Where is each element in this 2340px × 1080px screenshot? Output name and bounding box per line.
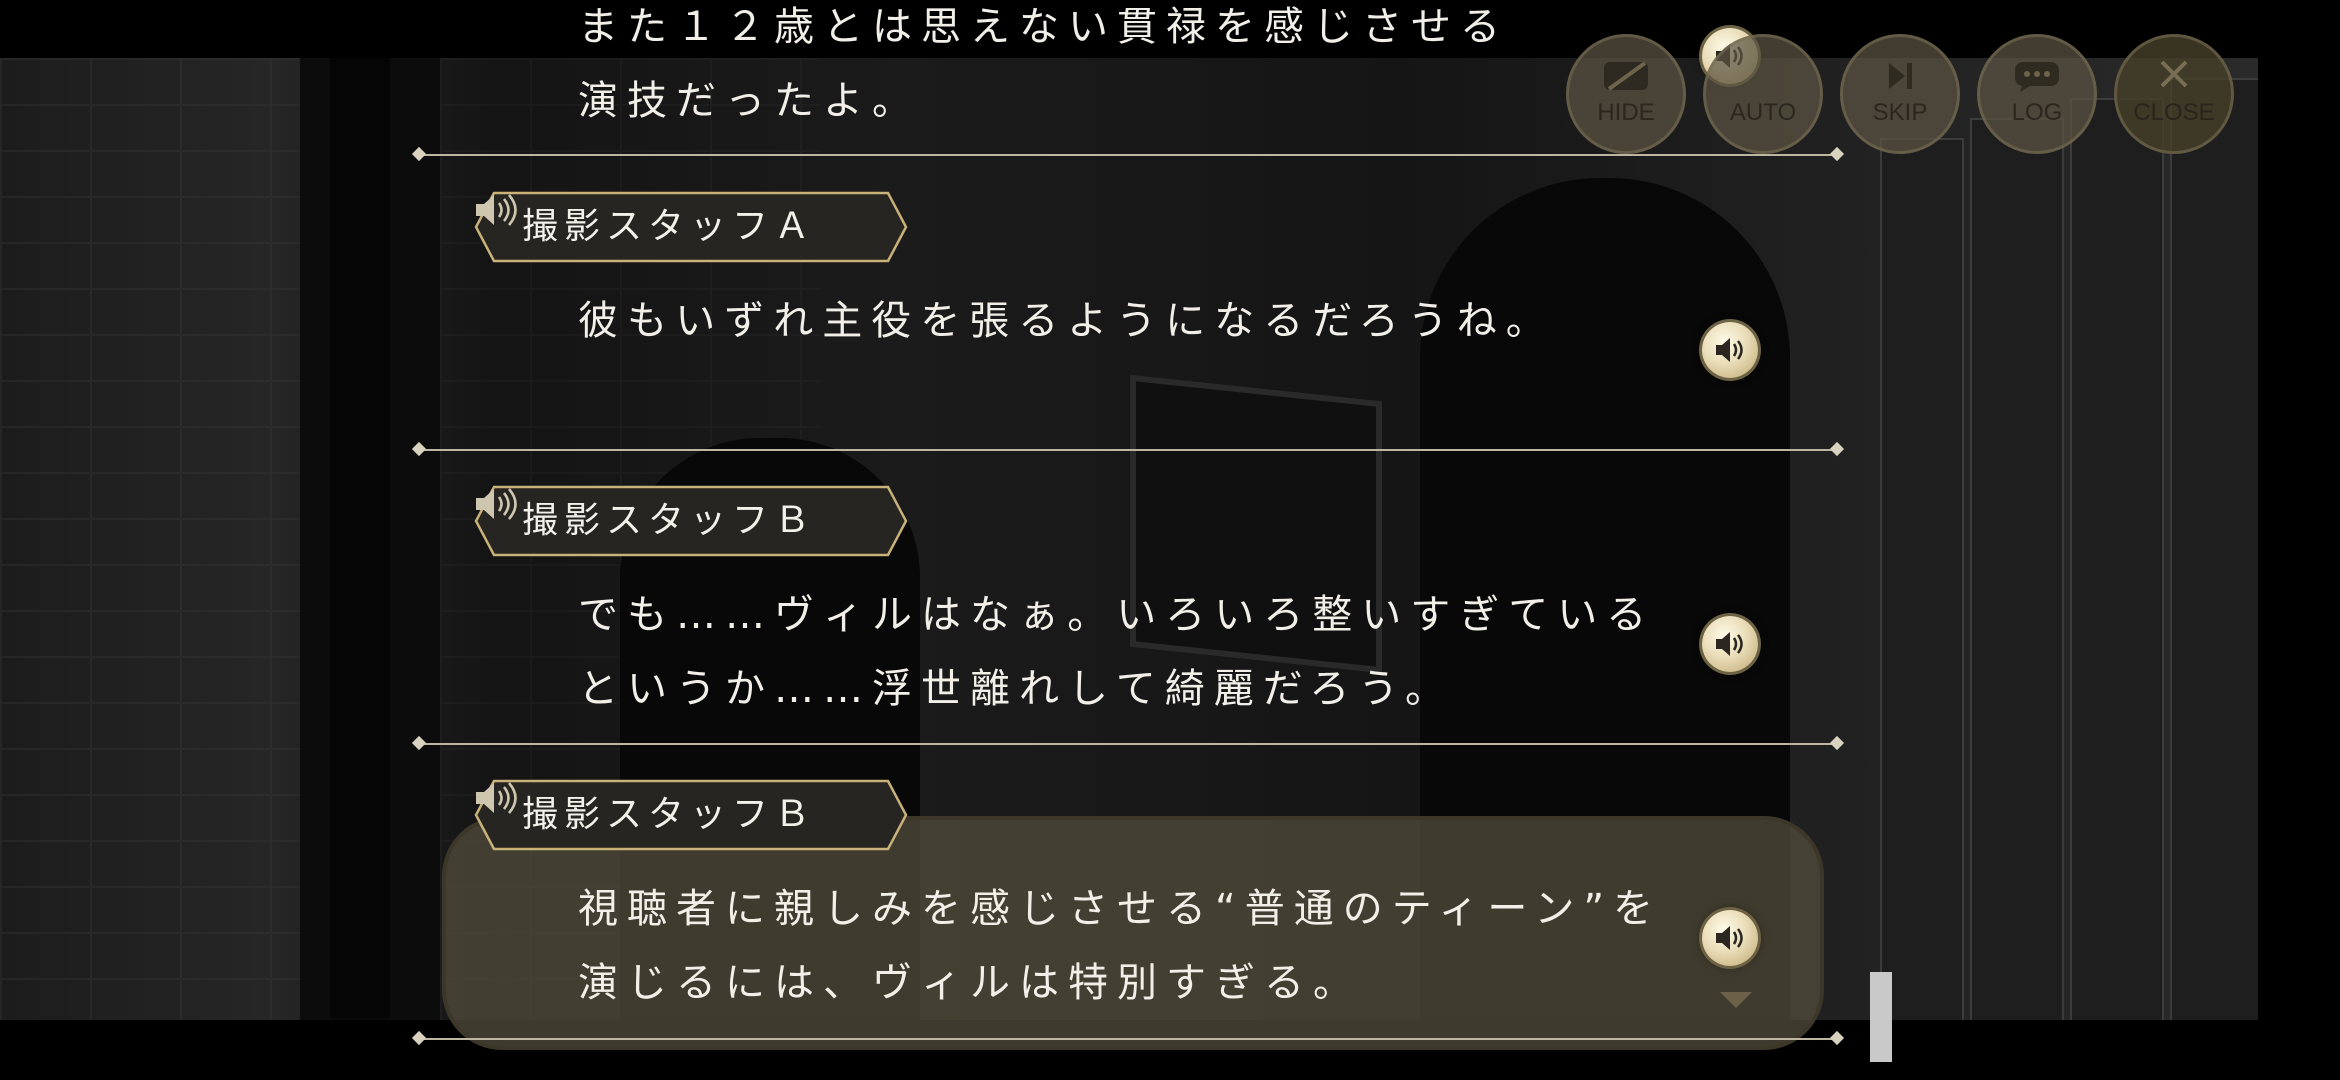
skip-icon bbox=[1889, 63, 1912, 89]
backlog: また１２歳とは思えない貫禄を感じさせる 演技だったよ。 撮影スタッフＡ 彼もいず… bbox=[0, 0, 2340, 1080]
log-line: でも……ヴィルはなぁ。いろいろ整いすぎている bbox=[578, 592, 1656, 638]
chevron-down-icon bbox=[1720, 992, 1752, 1008]
close-button[interactable]: CLOSE bbox=[2114, 34, 2234, 154]
log-label: LOG bbox=[2011, 99, 2063, 126]
speaker-name: 撮影スタッフＢ bbox=[522, 794, 817, 835]
hide-icon bbox=[1604, 61, 1648, 91]
speaker-icon bbox=[1716, 632, 1743, 656]
scrollbar-thumb[interactable] bbox=[1870, 972, 1892, 1062]
hide-button[interactable]: HIDE bbox=[1566, 34, 1686, 154]
voice-replay-button[interactable] bbox=[1702, 910, 1758, 966]
log-line: 視聴者に親しみを感じさせる“普通のティーン”を bbox=[578, 886, 1663, 932]
log-line: また１２歳とは思えない貫禄を感じさせる bbox=[578, 4, 1509, 50]
speaker-name-tag: 撮影スタッフＡ bbox=[474, 191, 908, 263]
entry-divider bbox=[418, 743, 1838, 745]
skip-label: SKIP bbox=[1872, 99, 1928, 126]
speaker-name: 撮影スタッフＢ bbox=[522, 500, 817, 541]
log-line: というか……浮世離れして綺麗だろう。 bbox=[578, 666, 1454, 712]
voice-replay-button[interactable] bbox=[1702, 322, 1758, 378]
chat-bubble-icon bbox=[2015, 62, 2059, 92]
speaker-name: 撮影スタッフＡ bbox=[522, 206, 817, 247]
log-line: 演技だったよ。 bbox=[578, 78, 921, 124]
entry-divider bbox=[418, 154, 1838, 156]
close-label: CLOSE bbox=[2133, 99, 2215, 126]
speaker-name-tag: 撮影スタッフＢ bbox=[474, 485, 908, 557]
log-line: 演じるには、ヴィルは特別すぎる。 bbox=[578, 960, 1362, 1006]
speaker-icon bbox=[1716, 926, 1743, 950]
speaker-icon bbox=[476, 194, 517, 226]
speaker-icon bbox=[476, 488, 517, 520]
speaker-icon bbox=[476, 782, 517, 814]
skip-button[interactable]: SKIP bbox=[1840, 34, 1960, 154]
log-button[interactable]: LOG bbox=[1977, 34, 2097, 154]
hide-label: HIDE bbox=[1597, 99, 1655, 126]
speaker-icon bbox=[1716, 338, 1743, 362]
auto-button[interactable]: AUTO bbox=[1703, 34, 1823, 154]
entry-divider bbox=[418, 449, 1838, 451]
log-line: 彼もいずれ主役を張るようになるだろうね。 bbox=[578, 298, 1555, 344]
entry-divider bbox=[418, 1038, 1838, 1040]
auto-label: AUTO bbox=[1729, 99, 1797, 126]
speaker-name-tag: 撮影スタッフＢ bbox=[474, 779, 908, 851]
close-icon bbox=[2160, 60, 2188, 88]
voice-replay-button[interactable] bbox=[1702, 616, 1758, 672]
